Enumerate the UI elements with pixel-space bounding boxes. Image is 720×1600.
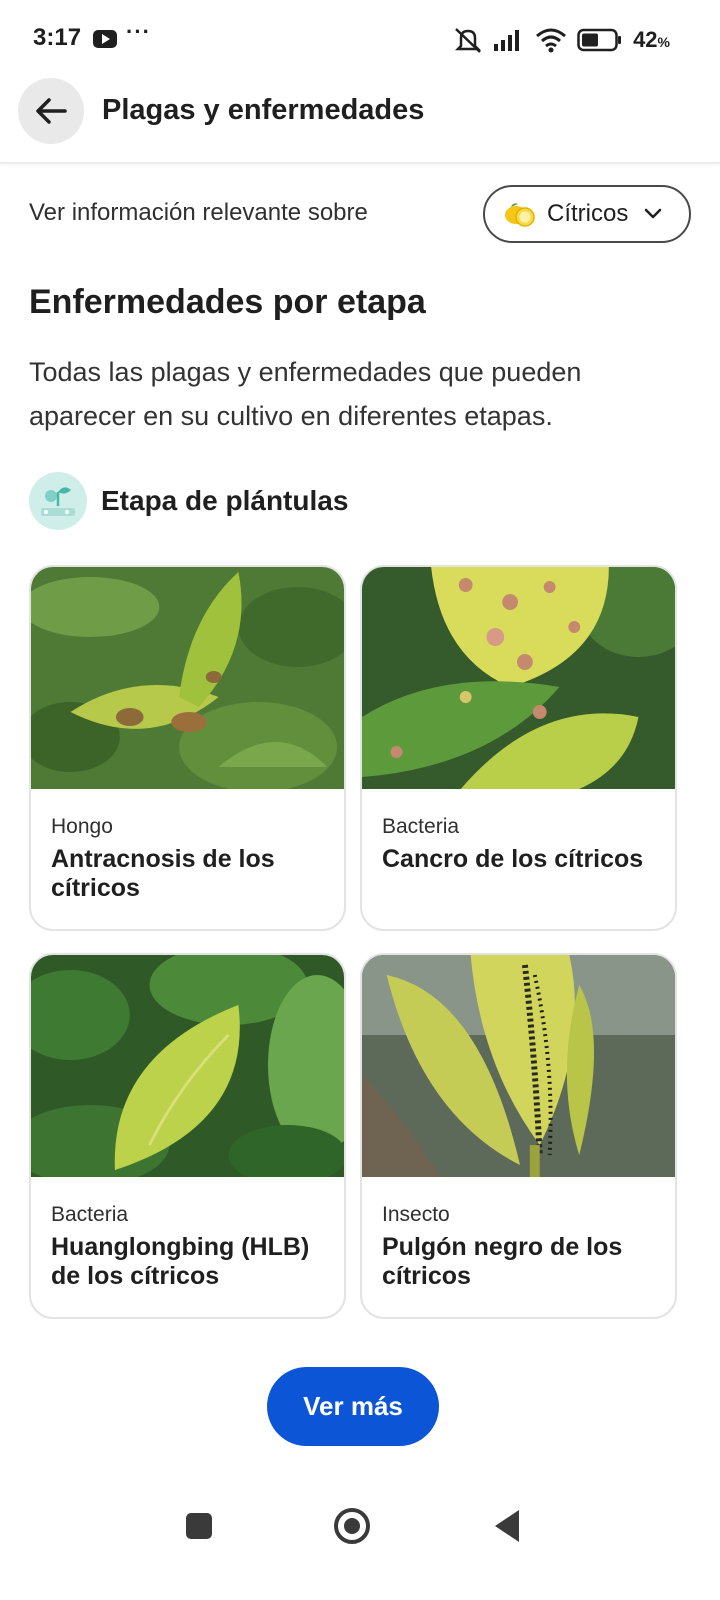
mute-icon — [455, 28, 482, 53]
status-icons: 42% — [453, 22, 670, 58]
section-description: Todas las plagas y enfermedades que pued… — [29, 357, 582, 431]
seedling-stage-icon — [29, 472, 87, 530]
more-dots-icon: ··· — [126, 19, 151, 44]
chevron-down-icon — [645, 208, 662, 219]
youtube-icon — [93, 30, 117, 48]
disease-card[interactable]: Hongo Antracnosis de los cítricos — [29, 565, 346, 931]
section-title: Enfermedades por etapa — [29, 283, 426, 321]
signal-icon — [494, 30, 520, 51]
disease-type: Bacteria — [382, 815, 460, 838]
status-bar: 3:17 ··· 42% — [0, 0, 720, 80]
recents-icon[interactable] — [186, 1513, 212, 1539]
stage-header: Etapa de plántulas — [29, 472, 348, 530]
disease-name: Pulgón negro de los cítricos — [382, 1233, 623, 1290]
disease-name: Antracnosis de los cítricos — [51, 845, 275, 902]
system-nav-bar — [0, 1490, 720, 1600]
disease-type: Insecto — [382, 1203, 450, 1226]
crop-filter-row: Ver información relevante sobre Cítricos — [29, 185, 691, 243]
wifi-icon — [536, 28, 567, 53]
app-bar: Plagas y enfermedades — [0, 78, 720, 164]
disease-card[interactable]: Insecto Pulgón negro de los cítricos — [360, 953, 677, 1319]
battery-percent: 42% — [633, 27, 670, 52]
disease-type: Hongo — [51, 815, 113, 838]
stage-label: Etapa de plántulas — [101, 485, 349, 516]
disease-name: Huanglongbing (HLB) de los cítricos — [51, 1233, 310, 1290]
disease-name: Cancro de los cítricos — [382, 845, 644, 873]
back-triangle-icon[interactable] — [495, 1510, 519, 1542]
arrow-left-icon — [36, 98, 67, 124]
disease-photo — [362, 567, 675, 789]
home-icon[interactable] — [334, 1508, 370, 1544]
see-more-button[interactable]: Ver más — [267, 1367, 439, 1446]
crop-dropdown[interactable]: Cítricos — [483, 185, 691, 243]
status-time: 3:17 — [33, 24, 82, 51]
disease-photo — [31, 567, 344, 789]
disease-card[interactable]: Bacteria Huanglongbing (HLB) de los cítr… — [29, 953, 346, 1319]
disease-photo — [362, 955, 675, 1177]
disease-type: Bacteria — [51, 1203, 129, 1226]
crop-selected: Cítricos — [547, 200, 629, 227]
back-button[interactable] — [18, 78, 84, 144]
disease-photo — [31, 955, 344, 1177]
page-title: Plagas y enfermedades — [102, 94, 425, 126]
disease-card[interactable]: Bacteria Cancro de los cítricos — [360, 565, 677, 931]
crop-filter-label: Ver información relevante sobre — [29, 199, 368, 226]
lemon-icon — [505, 203, 535, 227]
battery-icon — [577, 28, 622, 52]
